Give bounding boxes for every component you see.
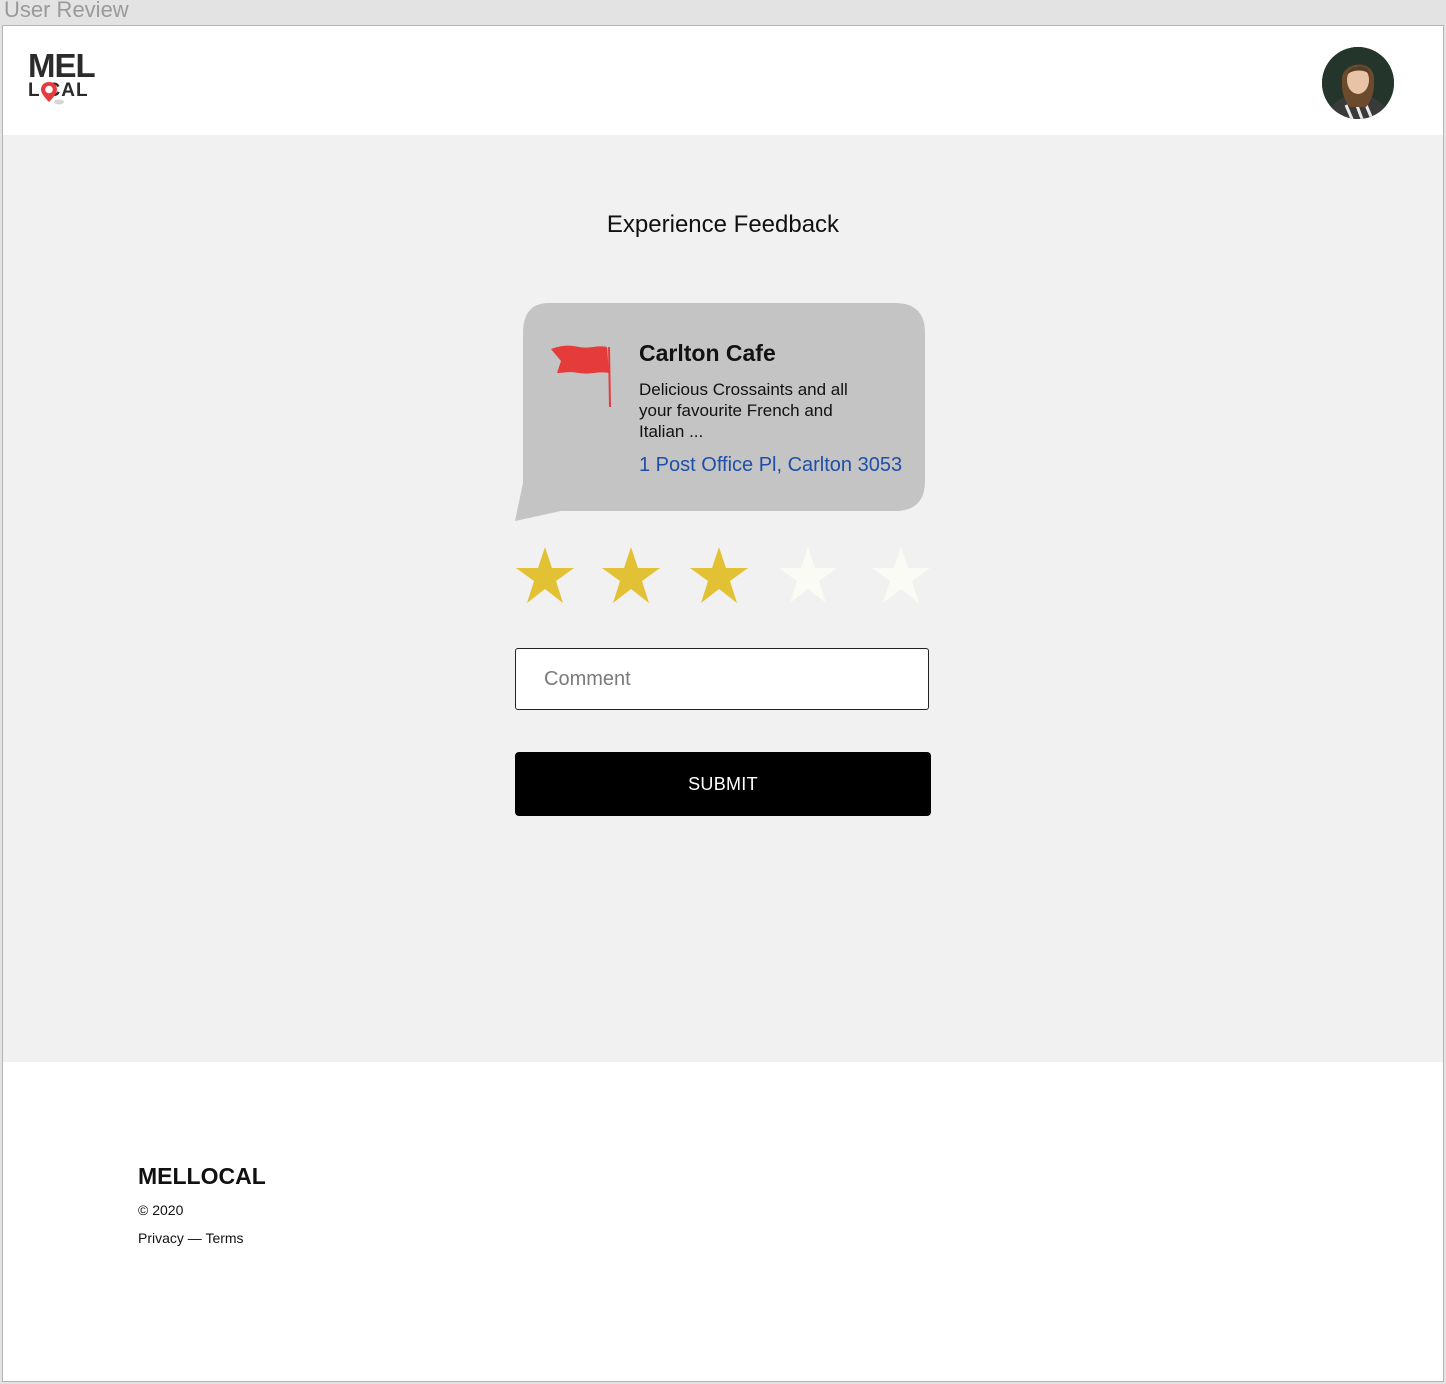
footer-links: Privacy — Terms (138, 1229, 244, 1247)
place-address-link[interactable]: 1 Post Office Pl, Carlton 3053 (639, 453, 902, 477)
star-1-icon[interactable] (514, 545, 576, 605)
place-name: Carlton Cafe (639, 340, 776, 366)
star-3-icon[interactable] (688, 545, 750, 605)
terms-link[interactable]: Terms (205, 1230, 243, 1246)
place-description: Delicious Crossaints and all your favour… (639, 380, 848, 441)
footer-separator: — (183, 1230, 206, 1246)
footer-copyright: © 2020 (138, 1202, 184, 1218)
star-5-icon[interactable] (870, 545, 932, 605)
footer-brand: MELLOCAL (138, 1163, 266, 1189)
window-title: User Review (4, 0, 129, 22)
star-rating (3, 545, 1443, 615)
place-card[interactable]: Carlton Cafe Delicious Crossaints and al… (513, 303, 927, 525)
page-title: Experience Feedback (606, 211, 840, 238)
main-content: Experience Feedback Carlton Cafe Delicio… (3, 135, 1443, 1062)
comment-input[interactable] (515, 648, 929, 710)
submit-button[interactable]: SUBMIT (515, 752, 931, 816)
star-4-icon[interactable] (777, 545, 839, 605)
star-2-icon[interactable] (600, 545, 662, 605)
flag-icon (551, 345, 611, 408)
top-bar: MEL L CAL (3, 26, 1443, 135)
profile-photo (1322, 47, 1394, 119)
app-window: MEL L CAL Experience Feedback Carlton Ca… (2, 25, 1444, 1382)
footer: MELLOCAL © 2020 Privacy — Terms (3, 1062, 1443, 1381)
logo-line-1: MEL (28, 47, 96, 84)
privacy-link[interactable]: Privacy (138, 1230, 184, 1246)
mellocal-logo[interactable]: MEL L CAL (28, 47, 106, 112)
user-avatar[interactable] (1322, 47, 1394, 119)
map-pin-icon (41, 82, 64, 105)
